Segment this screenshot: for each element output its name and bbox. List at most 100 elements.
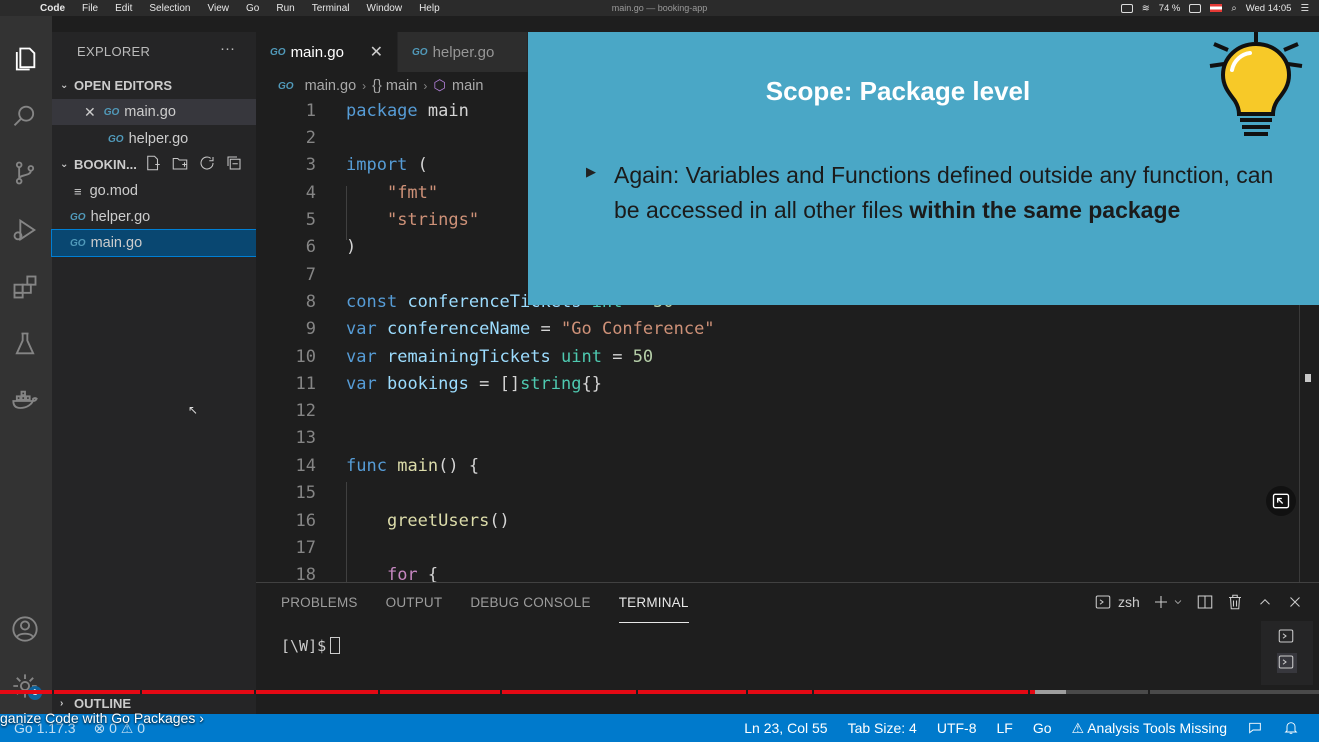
chapter-marker	[636, 690, 638, 694]
new-file-icon[interactable]	[144, 154, 162, 172]
maximize-panel-chevron-up-icon[interactable]	[1256, 593, 1274, 611]
extensions-icon[interactable]	[10, 272, 40, 302]
menu-bar-status: ≋ 74 % ⌕ Wed 14:05 ☰	[1120, 3, 1309, 14]
tab-output[interactable]: OUTPUT	[386, 595, 443, 623]
clock[interactable]: Wed 14:05	[1246, 3, 1292, 14]
progress-played	[0, 690, 1036, 694]
control-center-icon[interactable]: ☰	[1300, 3, 1309, 14]
accounts-icon[interactable]	[10, 614, 40, 644]
trash-icon[interactable]	[1226, 593, 1244, 611]
explorer-title: EXPLORER	[77, 44, 151, 59]
code-line: 14 func main() {	[295, 456, 480, 476]
file-label: main.go	[90, 235, 143, 251]
file-encoding[interactable]: UTF-8	[937, 720, 977, 737]
lecture-slide-overlay: Scope: Package level ▶ Again: Variables …	[528, 32, 1319, 305]
menu-selection[interactable]: Selection	[149, 3, 190, 14]
new-terminal-plus-icon[interactable]	[1152, 593, 1170, 611]
terminal-instance-1[interactable]	[1277, 627, 1297, 647]
open-editors-label: OPEN EDITORS	[74, 77, 173, 93]
open-editors-header[interactable]: ⌄ OPEN EDITORS	[52, 74, 256, 96]
explorer-toolbar	[144, 154, 243, 172]
go-file-icon: GO	[70, 237, 86, 249]
tab-debug-console[interactable]: DEBUG CONSOLE	[470, 595, 590, 623]
terminal-output[interactable]: [\W]$	[281, 637, 341, 655]
collapse-all-icon[interactable]	[225, 154, 243, 172]
notifications-bell-icon[interactable]	[1283, 720, 1299, 736]
code-line: 12	[295, 401, 316, 421]
menu-run[interactable]: Run	[276, 3, 294, 14]
menu-file[interactable]: File	[82, 3, 98, 14]
cursor-position[interactable]: Ln 23, Col 55	[744, 720, 827, 737]
terminal-prompt: [\W]$	[281, 637, 327, 655]
chevron-right-icon: ›	[362, 79, 367, 93]
close-icon[interactable]: ✕	[370, 42, 383, 62]
terminal-instance-2[interactable]	[1277, 653, 1297, 673]
shell-name[interactable]: zsh	[1118, 594, 1140, 610]
docker-icon[interactable]	[10, 386, 40, 416]
go-file-icon: GO	[103, 106, 120, 118]
split-terminal-icon[interactable]	[1196, 593, 1214, 611]
keyboard-flag-icon[interactable]	[1210, 4, 1223, 12]
open-editor-main-go[interactable]: ✕ GO main.go	[52, 99, 256, 125]
chapter-marker	[1028, 690, 1030, 694]
scrollbar-position-marker	[1305, 374, 1311, 382]
feedback-icon[interactable]	[1247, 720, 1263, 736]
tab-main-go[interactable]: GO main.go ✕	[256, 32, 398, 72]
breadcrumb-scope[interactable]: {} main	[372, 78, 417, 94]
battery-icon[interactable]	[1189, 3, 1202, 13]
picture-in-picture-button[interactable]	[1266, 486, 1296, 516]
explorer-icon[interactable]	[10, 44, 40, 74]
file-label: go.mod	[89, 183, 138, 199]
tab-problems[interactable]: PROBLEMS	[281, 595, 358, 623]
analysis-tools-warning[interactable]: ⚠ Analysis Tools Missing	[1072, 720, 1227, 737]
outline-label: OUTLINE	[74, 696, 132, 711]
end-of-line[interactable]: LF	[997, 720, 1013, 737]
macos-menu-bar: Code File Edit Selection View Go Run Ter…	[0, 0, 1319, 16]
file-helper-go[interactable]: GO helper.go	[52, 204, 256, 230]
tab-terminal[interactable]: TERMINAL	[618, 595, 689, 623]
testing-icon[interactable]	[10, 329, 40, 359]
menu-edit[interactable]: Edit	[115, 3, 132, 14]
breadcrumb-symbol[interactable]: main	[452, 78, 483, 94]
spotlight-search-icon[interactable]: ⌕	[1231, 3, 1236, 14]
menu-go[interactable]: Go	[246, 3, 259, 14]
code-line: 16 greetUsers()	[295, 511, 510, 531]
new-folder-icon[interactable]	[171, 154, 189, 172]
file-go-mod[interactable]: ≡ go.mod	[52, 178, 256, 204]
video-progress-bar[interactable]	[0, 690, 1319, 694]
close-icon[interactable]: ✕	[84, 104, 96, 121]
exit-pip-icon	[1272, 493, 1290, 509]
go-file-icon: GO	[278, 80, 294, 92]
code-line: 17	[295, 538, 316, 558]
screen-record-icon[interactable]	[1120, 3, 1133, 13]
close-panel-icon[interactable]	[1286, 593, 1304, 611]
menu-view[interactable]: View	[208, 3, 230, 14]
refresh-icon[interactable]	[198, 154, 216, 172]
run-debug-icon[interactable]	[10, 215, 40, 245]
chevron-down-icon[interactable]	[1172, 593, 1184, 611]
panel-tabs: PROBLEMS OUTPUT DEBUG CONSOLE TERMINAL	[281, 595, 689, 623]
menu-help[interactable]: Help	[419, 3, 440, 14]
video-chapter-title[interactable]: ganize Code with Go Packages ›	[0, 710, 204, 726]
tab-helper-go[interactable]: GO helper.go	[398, 32, 528, 72]
language-mode[interactable]: Go	[1033, 720, 1052, 737]
search-icon[interactable]	[10, 101, 40, 131]
terminal-shell-icon[interactable]	[1094, 593, 1112, 611]
menu-app[interactable]: Code	[40, 3, 65, 14]
screen: Code File Edit Selection View Go Run Ter…	[0, 0, 1319, 742]
chapter-marker	[140, 690, 142, 694]
activity-bar	[0, 16, 52, 714]
menu-terminal[interactable]: Terminal	[312, 3, 350, 14]
chapter-marker	[500, 690, 502, 694]
source-control-icon[interactable]	[10, 158, 40, 188]
menu-window[interactable]: Window	[367, 3, 403, 14]
breadcrumb-file[interactable]: main.go	[305, 78, 357, 94]
code-line: 10 var remainingTickets uint = 50	[295, 347, 654, 367]
file-main-go[interactable]: GO main.go	[51, 229, 257, 257]
wifi-icon[interactable]: ≋	[1142, 3, 1150, 14]
chapter-marker	[1148, 690, 1150, 694]
open-editor-helper-go[interactable]: GO helper.go	[52, 126, 256, 152]
tab-size[interactable]: Tab Size: 4	[848, 720, 917, 737]
code-line: 15	[295, 483, 316, 503]
more-actions-icon[interactable]: ···	[220, 40, 235, 57]
